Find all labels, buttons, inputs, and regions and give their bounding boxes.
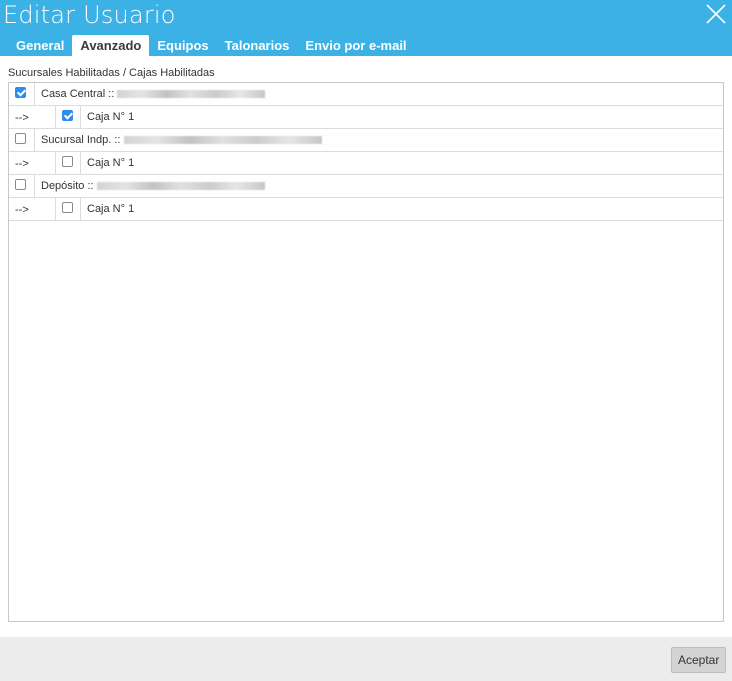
redacted-text xyxy=(123,136,322,145)
tab-equipos[interactable]: Equipos xyxy=(149,35,216,56)
divider xyxy=(55,106,56,128)
cashbox-row: --> Caja N° 1 xyxy=(9,106,723,129)
divider xyxy=(55,152,56,174)
cashbox-row: --> Caja N° 1 xyxy=(9,152,723,175)
branch-row-casa-central: Casa Central :: xyxy=(9,83,723,106)
accept-button[interactable]: Aceptar xyxy=(671,647,726,673)
arrow-indicator: --> xyxy=(15,112,29,124)
tab-bar: General Avanzado Equipos Talonarios Envi… xyxy=(8,35,415,56)
cashbox-checkbox[interactable] xyxy=(62,110,73,121)
cashbox-label: Caja N° 1 xyxy=(87,203,135,215)
branch-label: Sucursal Indp. :: xyxy=(41,134,322,146)
branches-list: Casa Central :: --> Caja N° 1 Sucursal I… xyxy=(8,82,724,622)
branch-checkbox[interactable] xyxy=(15,179,26,190)
divider xyxy=(34,129,35,151)
cashbox-checkbox[interactable] xyxy=(62,202,73,213)
arrow-indicator: --> xyxy=(15,204,29,216)
branch-row-deposito: Depósito :: xyxy=(9,175,723,198)
branch-label: Depósito :: xyxy=(41,180,265,192)
dialog-footer: Aceptar xyxy=(0,637,732,681)
close-icon[interactable] xyxy=(704,2,728,26)
dialog-header: Editar Usuario General Avanzado Equipos … xyxy=(0,0,732,56)
redacted-text xyxy=(96,182,265,191)
divider xyxy=(34,83,35,105)
tab-avanzado[interactable]: Avanzado xyxy=(72,35,150,56)
tab-general[interactable]: General xyxy=(8,35,72,56)
redacted-text xyxy=(117,90,266,99)
branch-row-sucursal: Sucursal Indp. :: xyxy=(9,129,723,152)
branch-label: Casa Central :: xyxy=(41,88,266,100)
divider xyxy=(80,152,81,174)
cashbox-checkbox[interactable] xyxy=(62,156,73,167)
section-label: Sucursales Habilitadas / Cajas Habilitad… xyxy=(8,67,215,79)
tab-envio-email[interactable]: Envio por e-mail xyxy=(297,35,414,56)
divider xyxy=(55,198,56,220)
branch-checkbox[interactable] xyxy=(15,87,26,98)
divider xyxy=(80,106,81,128)
cashbox-row: --> Caja N° 1 xyxy=(9,198,723,221)
arrow-indicator: --> xyxy=(15,158,29,170)
branch-checkbox[interactable] xyxy=(15,133,26,144)
cashbox-label: Caja N° 1 xyxy=(87,111,135,123)
tab-talonarios[interactable]: Talonarios xyxy=(217,35,298,56)
cashbox-label: Caja N° 1 xyxy=(87,157,135,169)
divider xyxy=(80,198,81,220)
divider xyxy=(34,175,35,197)
dialog-title: Editar Usuario xyxy=(3,1,176,29)
